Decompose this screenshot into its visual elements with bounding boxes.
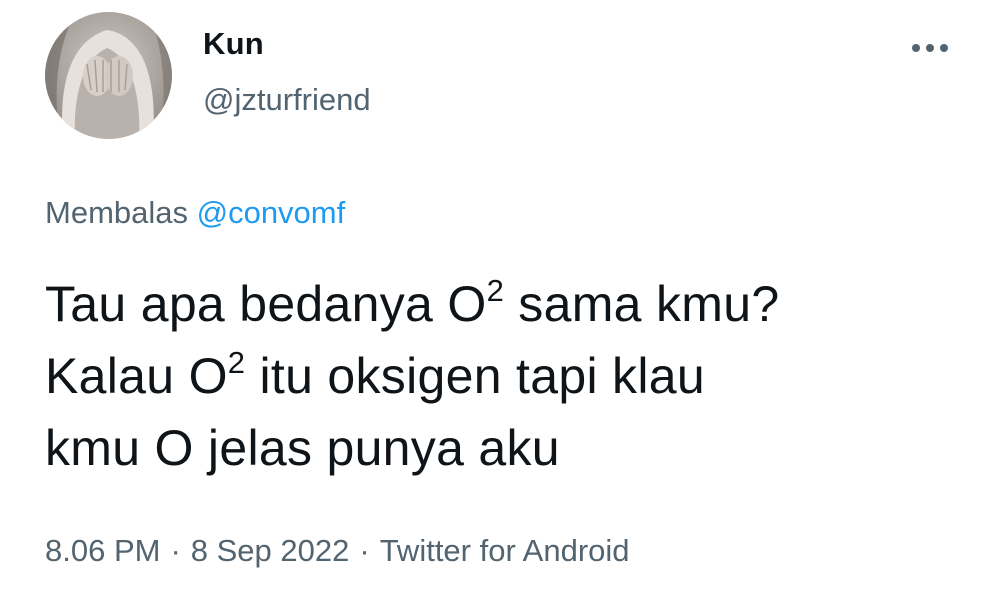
text-segment: Kalau O xyxy=(45,348,228,404)
separator: · xyxy=(359,533,370,568)
tweet-text: Tau apa bedanya O2 sama kmu? Kalau O2 it… xyxy=(45,268,975,484)
superscript: 2 xyxy=(486,273,505,308)
text-segment: Tau apa bedanya O xyxy=(45,276,487,332)
user-handle[interactable]: @jzturfriend xyxy=(203,82,371,118)
text-segment: kmu O jelas punya aku xyxy=(45,420,560,476)
replying-to-label: Membalas xyxy=(45,195,197,230)
reply-mention-link[interactable]: @convomf xyxy=(197,195,346,230)
tweet-time[interactable]: 8.06 PM xyxy=(45,533,160,568)
text-segment: sama kmu? xyxy=(504,276,780,332)
more-options-button[interactable] xyxy=(898,30,962,66)
separator: · xyxy=(170,533,181,568)
text-segment: itu oksigen tapi klau xyxy=(245,348,705,404)
replying-to: Membalas @convomf xyxy=(45,195,345,231)
hooded-figure-avatar-icon xyxy=(45,12,172,139)
tweet-text-line: kmu O jelas punya aku xyxy=(45,412,975,484)
tweet-date[interactable]: 8 Sep 2022 xyxy=(191,533,350,568)
tweet-text-line: Kalau O2 itu oksigen tapi klau xyxy=(45,340,975,412)
tweet-card: Kun @jzturfriend Membalas @convomf Tau a… xyxy=(0,0,1000,612)
superscript: 2 xyxy=(227,345,246,380)
tweet-metadata: 8.06 PM · 8 Sep 2022 · Twitter for Android xyxy=(45,533,630,569)
tweet-source[interactable]: Twitter for Android xyxy=(380,533,630,568)
display-name[interactable]: Kun xyxy=(203,26,264,62)
tweet-text-line: Tau apa bedanya O2 sama kmu? xyxy=(45,268,975,340)
avatar[interactable] xyxy=(45,12,172,139)
more-horizontal-icon xyxy=(912,44,948,52)
